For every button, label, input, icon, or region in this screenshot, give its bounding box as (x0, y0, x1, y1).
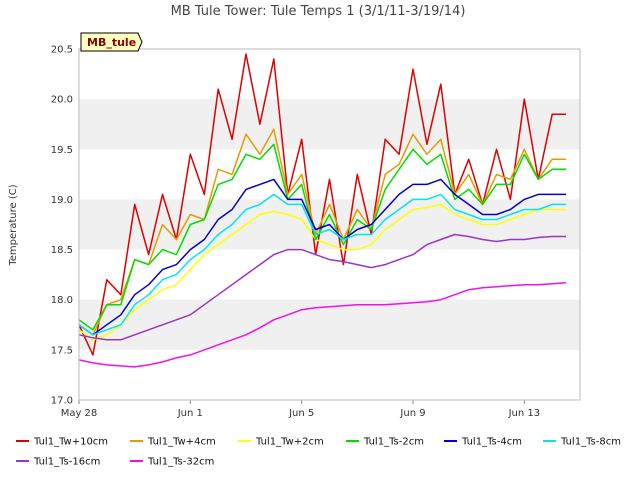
y-tick-label: 17.0 (51, 396, 73, 407)
grid-band (79, 99, 580, 150)
legend-label: Tul1_Ts-32cm (147, 457, 214, 468)
x-tick-label: Jun 9 (399, 408, 425, 419)
legend-label: Tul1_Tw+4cm (147, 437, 216, 448)
legend-label: Tul1_Tw+2cm (255, 437, 324, 448)
y-tick-label: 20.0 (51, 95, 73, 106)
x-tick-label: May 28 (61, 408, 98, 419)
y-axis-ticks: 17.0 17.5 18.0 18.5 19.0 19.5 20.0 20.5 (51, 45, 73, 407)
y-tick-label: 18.0 (51, 295, 73, 306)
legend: Tul1_Tw+10cm Tul1_Tw+4cm Tul1_Tw+2cm Tul1_T… (16, 437, 621, 468)
legend-label: Tul1_Tw+10cm (33, 437, 108, 448)
y-axis-label: Temperature (C) (8, 184, 19, 266)
legend-label: Tul1_Ts-4cm (461, 437, 522, 448)
y-tick-label: 18.5 (51, 245, 73, 256)
chart-title: MB Tule Tower: Tule Temps 1 (3/1/11-3/19… (171, 4, 466, 19)
y-tick-label: 19.5 (51, 145, 73, 156)
y-tick-label: 20.5 (51, 45, 73, 56)
x-axis-ticks: May 28 Jun 1 Jun 5 Jun 9 Jun 13 (61, 400, 540, 419)
y-tick-label: 17.5 (51, 345, 73, 356)
site-badge: MB_tule (80, 32, 143, 52)
site-badge-label: MB_tule (87, 36, 136, 49)
legend-label: Tul1_Ts-8cm (560, 437, 621, 448)
legend-label: Tul1_Ts-16cm (33, 457, 100, 468)
legend-label: Tul1_Ts-2cm (363, 437, 424, 448)
x-tick-label: Jun 5 (288, 408, 314, 419)
chart: MB Tule Tower: Tule Temps 1 (3/1/11-3/19… (8, 4, 621, 468)
x-tick-label: Jun 13 (508, 408, 541, 419)
y-tick-label: 19.0 (51, 195, 73, 206)
x-tick-label: Jun 1 (177, 408, 203, 419)
